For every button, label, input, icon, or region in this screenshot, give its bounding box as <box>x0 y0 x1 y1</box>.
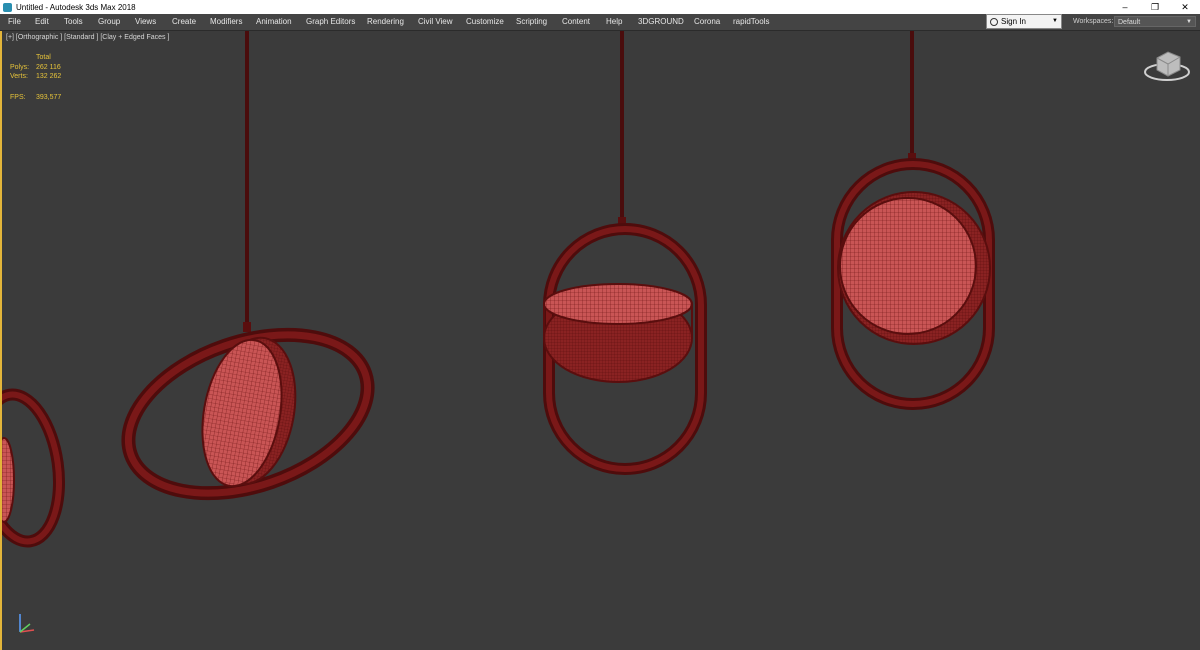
menu-rapidtools[interactable]: rapidTools <box>733 14 769 30</box>
app-icon <box>3 2 12 12</box>
workspaces-value: Default <box>1118 19 1141 26</box>
minimize-button[interactable]: – <box>1110 0 1140 14</box>
title-bar: Untitled - Autodesk 3ds Max 2018 – ❐ ✕ <box>0 0 1200 14</box>
menu-civil-view[interactable]: Civil View <box>418 14 453 30</box>
viewcube-icon[interactable] <box>1144 51 1190 81</box>
menu-content[interactable]: Content <box>562 14 590 30</box>
menu-corona[interactable]: Corona <box>694 14 720 30</box>
menu-create[interactable]: Create <box>172 14 196 30</box>
axis-tripod-icon <box>19 614 35 633</box>
pendant-3[interactable] <box>831 31 995 410</box>
menu-rendering[interactable]: Rendering <box>367 14 404 30</box>
pendant-1[interactable] <box>107 31 388 522</box>
workspaces-label: Workspaces: <box>1073 18 1114 25</box>
chevron-down-icon: ▼ <box>1052 18 1058 24</box>
menu-customize[interactable]: Customize <box>466 14 504 30</box>
viewport-orthographic[interactable]: [+] [Orthographic ] [Standard ] [Clay + … <box>0 31 1200 650</box>
window-controls: – ❐ ✕ <box>1110 0 1200 14</box>
menu-animation[interactable]: Animation <box>256 14 292 30</box>
menu-scripting[interactable]: Scripting <box>516 14 547 30</box>
menu-views[interactable]: Views <box>135 14 156 30</box>
window-title: Untitled - Autodesk 3ds Max 2018 <box>16 2 136 12</box>
menu-tools[interactable]: Tools <box>64 14 83 30</box>
chevron-down-icon: ▼ <box>1186 19 1192 25</box>
pendant-3-cord <box>910 31 914 161</box>
menu-edit[interactable]: Edit <box>35 14 49 30</box>
pendant-2-cord <box>620 31 624 223</box>
pendant-2[interactable] <box>543 31 707 475</box>
sign-in-label: Sign In <box>1001 17 1026 26</box>
menu-file[interactable]: File <box>8 14 21 30</box>
menu-graph-editors[interactable]: Graph Editors <box>306 14 355 30</box>
menu-help[interactable]: Help <box>606 14 622 30</box>
menu-3dground[interactable]: 3DGROUND <box>638 14 684 30</box>
close-button[interactable]: ✕ <box>1170 0 1200 14</box>
menu-group[interactable]: Group <box>98 14 120 30</box>
workspaces-select[interactable]: Default ▼ <box>1114 16 1196 27</box>
sign-in-dropdown[interactable]: Sign In ▼ <box>986 14 1062 29</box>
scene-canvas[interactable] <box>2 31 1200 650</box>
user-icon <box>990 17 998 26</box>
pendant-1-cord <box>245 31 249 327</box>
maximize-button[interactable]: ❐ <box>1140 0 1170 14</box>
menu-modifiers[interactable]: Modifiers <box>210 14 242 30</box>
pendant-left-partial[interactable] <box>2 388 68 548</box>
